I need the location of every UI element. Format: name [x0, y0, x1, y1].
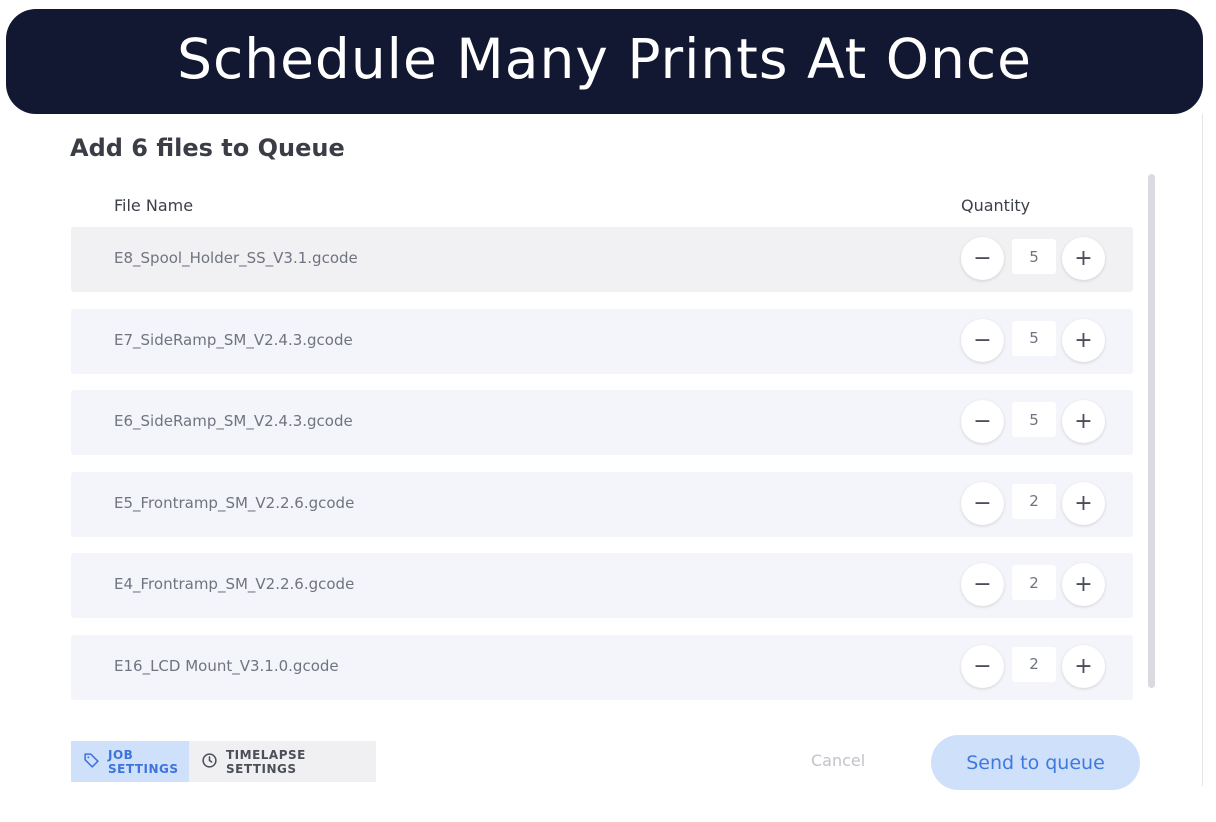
file-row: E16_LCD Mount_V3.1.0.gcode − 2 + — [71, 634, 1133, 700]
increment-button[interactable]: + — [1062, 563, 1105, 607]
increment-button[interactable]: + — [1062, 237, 1105, 280]
dialog-edge — [1202, 114, 1203, 786]
increment-button[interactable]: + — [1062, 481, 1105, 525]
file-name: E16_LCD Mount_V3.1.0.gcode — [114, 656, 339, 675]
send-to-queue-button[interactable]: Send to queue — [931, 735, 1140, 790]
file-name: E7_SideRamp_SM_V2.4.3.gcode — [114, 330, 353, 349]
banner: Schedule Many Prints At Once — [6, 9, 1203, 114]
file-list: E8_Spool_Holder_SS_V3.1.gcode − 5 + E7_S… — [71, 227, 1133, 717]
quantity-stepper: − 5 + — [961, 237, 1106, 281]
clock-icon — [201, 752, 218, 772]
tab-job-settings-label: JOB SETTINGS — [108, 747, 179, 776]
settings-tabs: JOB SETTINGS TIMELAPSE SETTINGS — [71, 741, 376, 782]
decrement-button[interactable]: − — [961, 400, 1004, 444]
quantity-stepper: − 2 + — [961, 644, 1106, 689]
file-row: E5_Frontramp_SM_V2.2.6.gcode − 2 + — [71, 471, 1133, 537]
dialog-title: Add 6 files to Queue — [70, 134, 345, 162]
quantity-stepper: − 5 + — [961, 400, 1106, 444]
file-row: E4_Frontramp_SM_V2.2.6.gcode − 2 + — [71, 553, 1133, 619]
quantity-input[interactable]: 5 — [1012, 239, 1056, 274]
file-row: E7_SideRamp_SM_V2.4.3.gcode − 5 + — [71, 308, 1133, 374]
quantity-stepper: − 5 + — [961, 318, 1106, 363]
column-header-file-name: File Name — [114, 196, 194, 215]
quantity-input[interactable]: 2 — [1012, 646, 1056, 682]
file-row: E8_Spool_Holder_SS_V3.1.gcode − 5 + — [71, 227, 1133, 292]
decrement-button[interactable]: − — [961, 644, 1004, 688]
decrement-button[interactable]: − — [961, 481, 1004, 525]
increment-button[interactable]: + — [1062, 644, 1105, 688]
quantity-input[interactable]: 2 — [1012, 565, 1056, 601]
file-row: E6_SideRamp_SM_V2.4.3.gcode − 5 + — [71, 390, 1133, 456]
increment-button[interactable]: + — [1062, 318, 1105, 362]
file-name: E5_Frontramp_SM_V2.2.6.gcode — [114, 493, 355, 512]
increment-button[interactable]: + — [1062, 400, 1105, 444]
tab-job-settings[interactable]: JOB SETTINGS — [71, 741, 189, 782]
decrement-button[interactable]: − — [961, 237, 1004, 280]
file-name: E8_Spool_Holder_SS_V3.1.gcode — [114, 249, 358, 267]
tab-timelapse-settings-label: TIMELAPSE SETTINGS — [226, 747, 306, 776]
tag-icon — [83, 752, 100, 772]
file-name: E6_SideRamp_SM_V2.4.3.gcode — [114, 412, 353, 431]
scrollbar[interactable] — [1148, 174, 1155, 688]
quantity-stepper: − 2 + — [961, 563, 1106, 607]
file-name: E4_Frontramp_SM_V2.2.6.gcode — [114, 575, 355, 594]
decrement-button[interactable]: − — [961, 318, 1004, 362]
page: Schedule Many Prints At Once Add 6 files… — [0, 0, 1216, 822]
quantity-input[interactable]: 5 — [1012, 320, 1056, 356]
tab-timelapse-settings[interactable]: TIMELAPSE SETTINGS — [189, 741, 376, 782]
quantity-input[interactable]: 2 — [1012, 483, 1056, 519]
quantity-input[interactable]: 5 — [1012, 402, 1056, 438]
column-header-quantity: Quantity — [961, 196, 1031, 215]
decrement-button[interactable]: − — [961, 563, 1004, 607]
banner-title: Schedule Many Prints At Once — [177, 26, 1032, 91]
quantity-stepper: − 2 + — [961, 481, 1106, 526]
cancel-button[interactable]: Cancel — [811, 751, 865, 770]
